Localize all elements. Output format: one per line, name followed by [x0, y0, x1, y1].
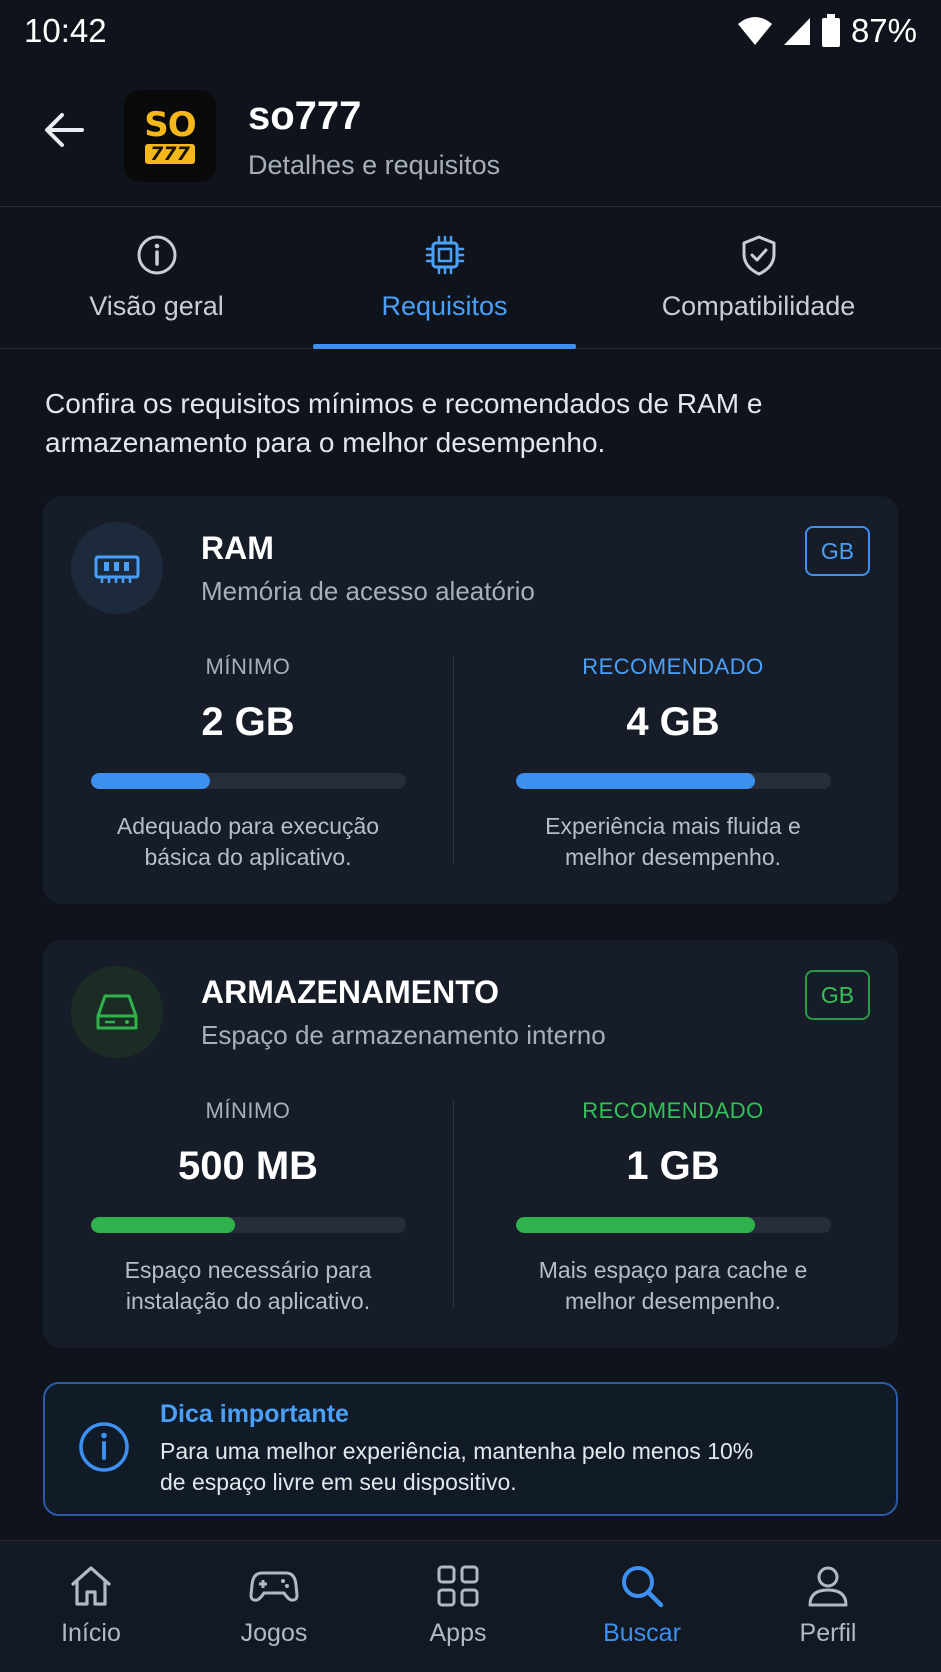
- bottom-navigation: Início Jogos Apps Buscar Perfil: [0, 1540, 941, 1672]
- column-divider: [453, 656, 454, 864]
- important-tip-box: Dica importante Para uma melhor experiên…: [43, 1382, 898, 1516]
- ram-minimum-label: MÍNIMO: [205, 654, 291, 679]
- storage-recommended-description-line: Mais espaço para cache e: [538, 1257, 808, 1283]
- info-icon: [137, 235, 176, 275]
- search-icon: [622, 1566, 664, 1608]
- app-subtitle: Detalhes e requisitos: [248, 150, 501, 180]
- storage-minimum-label: MÍNIMO: [205, 1098, 291, 1123]
- wifi-icon: [737, 17, 772, 45]
- storage-recommended-column: RECOMENDADO 1 GB Mais espaço para cache …: [513, 1098, 833, 1317]
- storage-minimum-value: 500 MB: [177, 1144, 319, 1188]
- nav-home-label: Início: [61, 1619, 121, 1647]
- storage-minimum-bar: [90, 1217, 406, 1233]
- app-header: SO 777 so777 Detalhes e requisitos: [0, 62, 941, 207]
- tab-overview[interactable]: Visão geral: [0, 207, 313, 349]
- battery-percent: 87%: [850, 12, 917, 49]
- ram-unit-badge[interactable]: GB: [805, 526, 870, 576]
- ram-minimum-bar-fill: [90, 773, 211, 789]
- storage-minimum-description-line: Espaço necessário para: [124, 1257, 372, 1283]
- ram-minimum-description-line: básica do aplicativo.: [144, 844, 352, 870]
- nav-profile[interactable]: Perfil: [748, 1541, 908, 1672]
- ram-card-title: RAM: [201, 530, 274, 566]
- nav-apps-label: Apps: [429, 1619, 487, 1647]
- ram-minimum-description-line: Adequado para execução: [116, 813, 380, 839]
- tab-overview-label: Visão geral: [89, 291, 224, 321]
- home-icon: [71, 1566, 111, 1606]
- nav-search[interactable]: Buscar: [562, 1541, 722, 1672]
- info-icon: [79, 1422, 129, 1472]
- storage-recommended-description-line: melhor desempenho.: [564, 1288, 782, 1314]
- tab-requirements[interactable]: Requisitos: [313, 207, 576, 349]
- storage-minimum-column: MÍNIMO 500 MB Espaço necessário para ins…: [88, 1098, 408, 1317]
- storage-recommended-bar-fill: [515, 1217, 755, 1233]
- nav-games-label: Jogos: [240, 1619, 308, 1647]
- shield-check-icon: [742, 235, 775, 276]
- cellular-signal-icon: [783, 18, 810, 45]
- ram-recommended-value: 4 GB: [626, 700, 720, 744]
- tab-compatibility[interactable]: Compatibilidade: [576, 207, 941, 349]
- storage-recommended-description: Mais espaço para cache e melhor desempen…: [539, 1255, 808, 1317]
- apps-grid-icon: [437, 1565, 479, 1607]
- ram-recommended-bar-fill: [515, 773, 755, 789]
- nav-apps[interactable]: Apps: [378, 1541, 538, 1672]
- status-time: 10:42: [24, 12, 107, 49]
- ram-recommended-label: RECOMENDADO: [582, 654, 764, 679]
- app-logo-number: 777: [145, 144, 195, 164]
- tip-text-line: de espaço livre em seu dispositivo.: [160, 1469, 517, 1495]
- tab-compatibility-label: Compatibilidade: [661, 291, 856, 321]
- ram-recommended-column: RECOMENDADO 4 GB Experiência mais fluida…: [513, 654, 833, 873]
- ram-card: RAM Memória de acesso aleatório GB MÍNIM…: [43, 496, 898, 904]
- storage-minimum-bar-fill: [90, 1217, 236, 1233]
- status-icons: 87%: [737, 12, 917, 50]
- app-logo: SO 777: [124, 90, 216, 182]
- nav-games[interactable]: Jogos: [194, 1541, 354, 1672]
- tab-bar: Visão geral Requisitos Compatibilidade: [0, 207, 941, 349]
- storage-minimum-description-line: instalação do aplicativo.: [125, 1288, 371, 1314]
- chip-icon: [425, 235, 464, 275]
- storage-card-subtitle: Espaço de armazenamento interno: [201, 1020, 606, 1050]
- storage-unit-badge[interactable]: GB: [805, 970, 870, 1020]
- tab-requirements-label: Requisitos: [381, 291, 508, 321]
- ram-icon-circle: [71, 522, 163, 614]
- ram-minimum-value: 2 GB: [201, 700, 295, 744]
- storage-recommended-value: 1 GB: [626, 1144, 720, 1188]
- hard-drive-icon: [96, 994, 138, 1030]
- nav-search-label: Buscar: [603, 1619, 681, 1647]
- app-title: so777: [248, 94, 362, 138]
- storage-icon-circle: [71, 966, 163, 1058]
- nav-profile-label: Perfil: [799, 1619, 857, 1647]
- storage-recommended-bar: [515, 1217, 831, 1233]
- battery-icon: [821, 14, 840, 47]
- ram-recommended-description: Experiência mais fluida e melhor desempe…: [545, 811, 801, 873]
- back-arrow-icon[interactable]: [40, 106, 88, 154]
- ram-minimum-bar: [90, 773, 406, 789]
- person-icon: [808, 1566, 848, 1607]
- intro-text: Confira os requisitos mínimos e recomend…: [45, 388, 763, 458]
- ram-recommended-description-line: Experiência mais fluida e: [545, 813, 801, 839]
- storage-card-title: ARMAZENAMENTO: [201, 974, 500, 1010]
- ram-recommended-bar: [515, 773, 831, 789]
- status-bar: 10:42 87%: [0, 0, 941, 62]
- storage-recommended-label: RECOMENDADO: [582, 1098, 764, 1123]
- storage-minimum-description: Espaço necessário para instalação do apl…: [125, 1255, 372, 1317]
- active-tab-indicator: [313, 344, 576, 349]
- app-logo-text: SO: [144, 105, 196, 145]
- ram-minimum-column: MÍNIMO 2 GB Adequado para execução básic…: [88, 654, 408, 873]
- tip-text-line: Para uma melhor experiência, mantenha pe…: [160, 1438, 754, 1464]
- tip-text: Para uma melhor experiência, mantenha pe…: [160, 1436, 880, 1498]
- ram-recommended-description-line: melhor desempenho.: [564, 844, 782, 870]
- column-divider: [453, 1100, 454, 1308]
- storage-card: ARMAZENAMENTO Espaço de armazenamento in…: [43, 940, 898, 1348]
- ram-minimum-description: Adequado para execução básica do aplicat…: [117, 811, 379, 873]
- memory-icon: [94, 555, 140, 583]
- tip-title: Dica importante: [160, 1400, 349, 1428]
- nav-home[interactable]: Início: [11, 1541, 171, 1672]
- gamepad-icon: [249, 1571, 299, 1602]
- ram-card-subtitle: Memória de acesso aleatório: [201, 576, 535, 606]
